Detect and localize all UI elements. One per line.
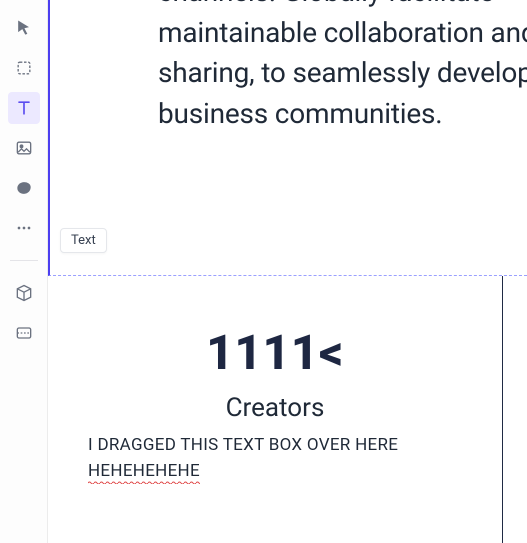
package-tool[interactable] [8,277,40,309]
frame-icon [14,58,34,78]
swatch-icon [14,323,34,343]
image-tool[interactable] [8,132,40,164]
dots-icon [14,218,34,238]
stat-subtitle[interactable]: Creators [48,393,502,423]
select-tool[interactable] [8,12,40,44]
stat-number[interactable]: 1111< [48,324,502,381]
misspelled-text-line[interactable]: HEHEHEHEHE [88,461,200,481]
stats-card[interactable]: 1111< Creators I DRAGGED THIS TEXT BOX O… [48,276,503,543]
blob-icon [14,178,34,198]
cursor-icon [14,18,34,38]
frame-tool[interactable] [8,52,40,84]
canvas[interactable]: channels. Globally facilitate maintainab… [48,0,527,543]
dragged-text-line[interactable]: I DRAGGED THIS TEXT BOX OVER HERE [88,435,502,455]
element-label-text: Text [71,233,96,248]
shape-tool[interactable] [8,172,40,204]
cube-icon [14,283,34,303]
text-tool[interactable] [8,92,40,124]
image-icon [14,138,34,158]
toolbar-divider [10,260,38,261]
toolbar [0,0,48,543]
body-paragraph[interactable]: channels. Globally facilitate maintainab… [158,0,527,134]
theme-tool[interactable] [8,317,40,349]
selected-text-frame[interactable]: channels. Globally facilitate maintainab… [48,0,527,276]
element-label-chip[interactable]: Text [60,228,107,253]
text-icon [14,98,34,118]
more-tool[interactable] [8,212,40,244]
